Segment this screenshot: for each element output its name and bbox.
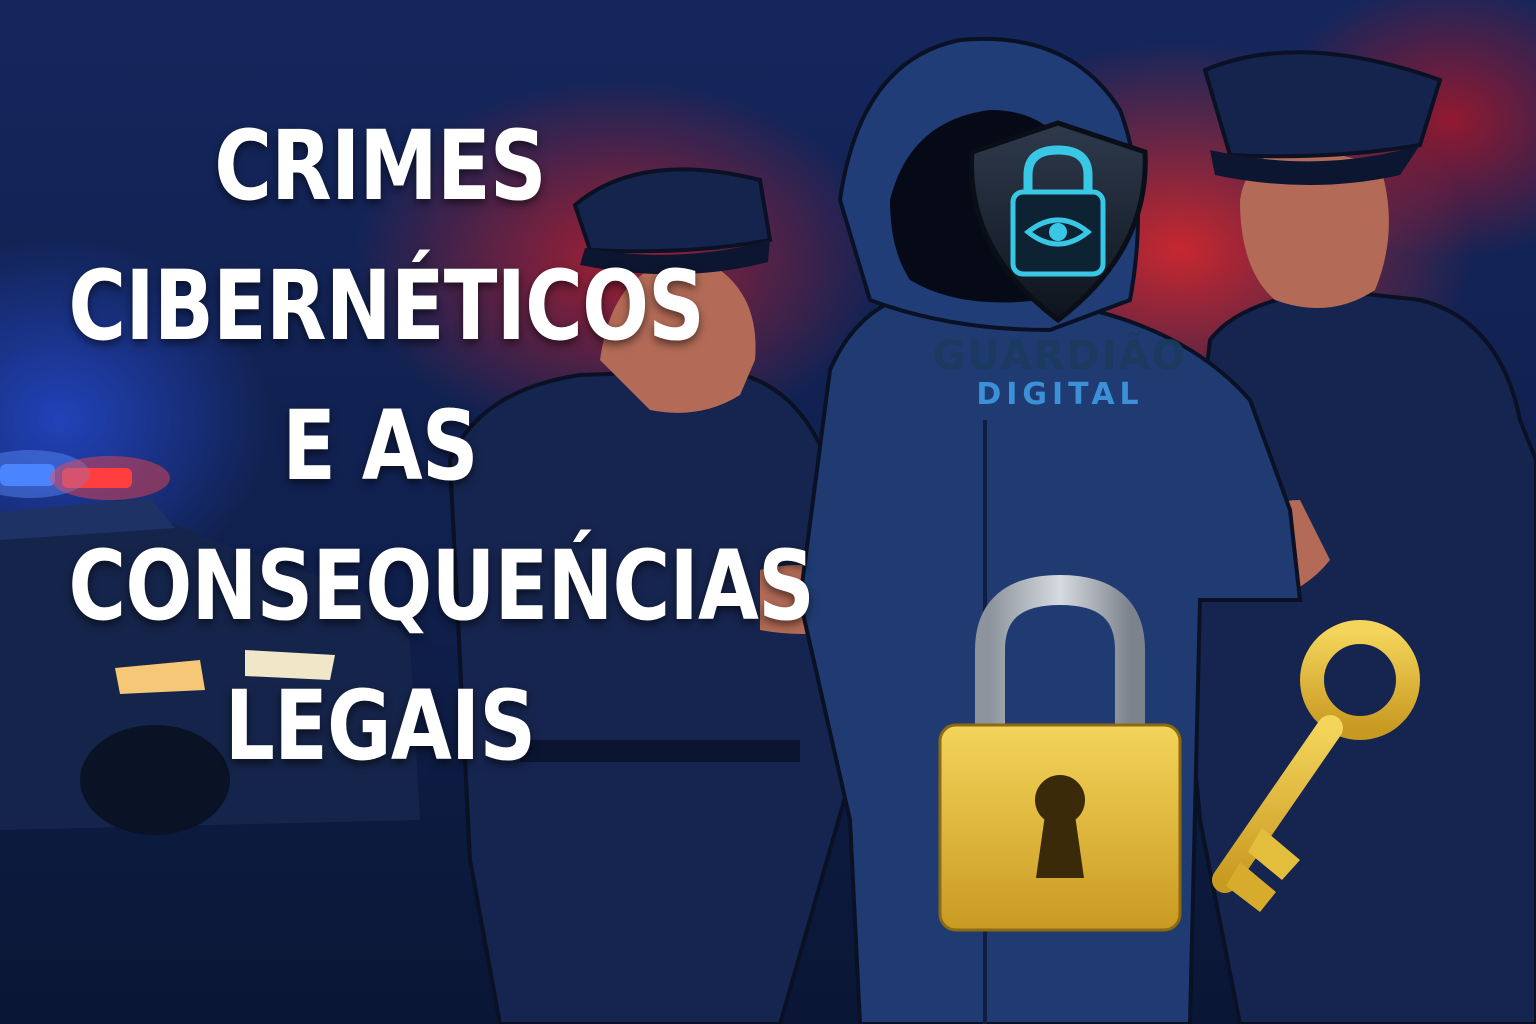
brand-name-top: GUARDIÃO bbox=[932, 333, 1188, 379]
poster-canvas: CRIMES CIBERNÉTICOS E AS CONSEQUEŃCIAS L… bbox=[0, 0, 1536, 1024]
headline-line-4: CONSEQUEŃCIAS bbox=[68, 530, 814, 642]
headline-line-2: CIBERNÉTICOS bbox=[68, 250, 705, 362]
brand-name-bottom: DIGITAL bbox=[976, 377, 1144, 412]
headline: CRIMES CIBERNÉTICOS E AS CONSEQUEŃCIAS L… bbox=[68, 96, 814, 796]
headline-line-3: E AS bbox=[282, 390, 478, 502]
brand-logo: GUARDIÃO DIGITAL bbox=[930, 334, 1190, 412]
headline-line-5: LEGAIS bbox=[224, 670, 536, 782]
headline-line-1: CRIMES bbox=[214, 110, 546, 222]
